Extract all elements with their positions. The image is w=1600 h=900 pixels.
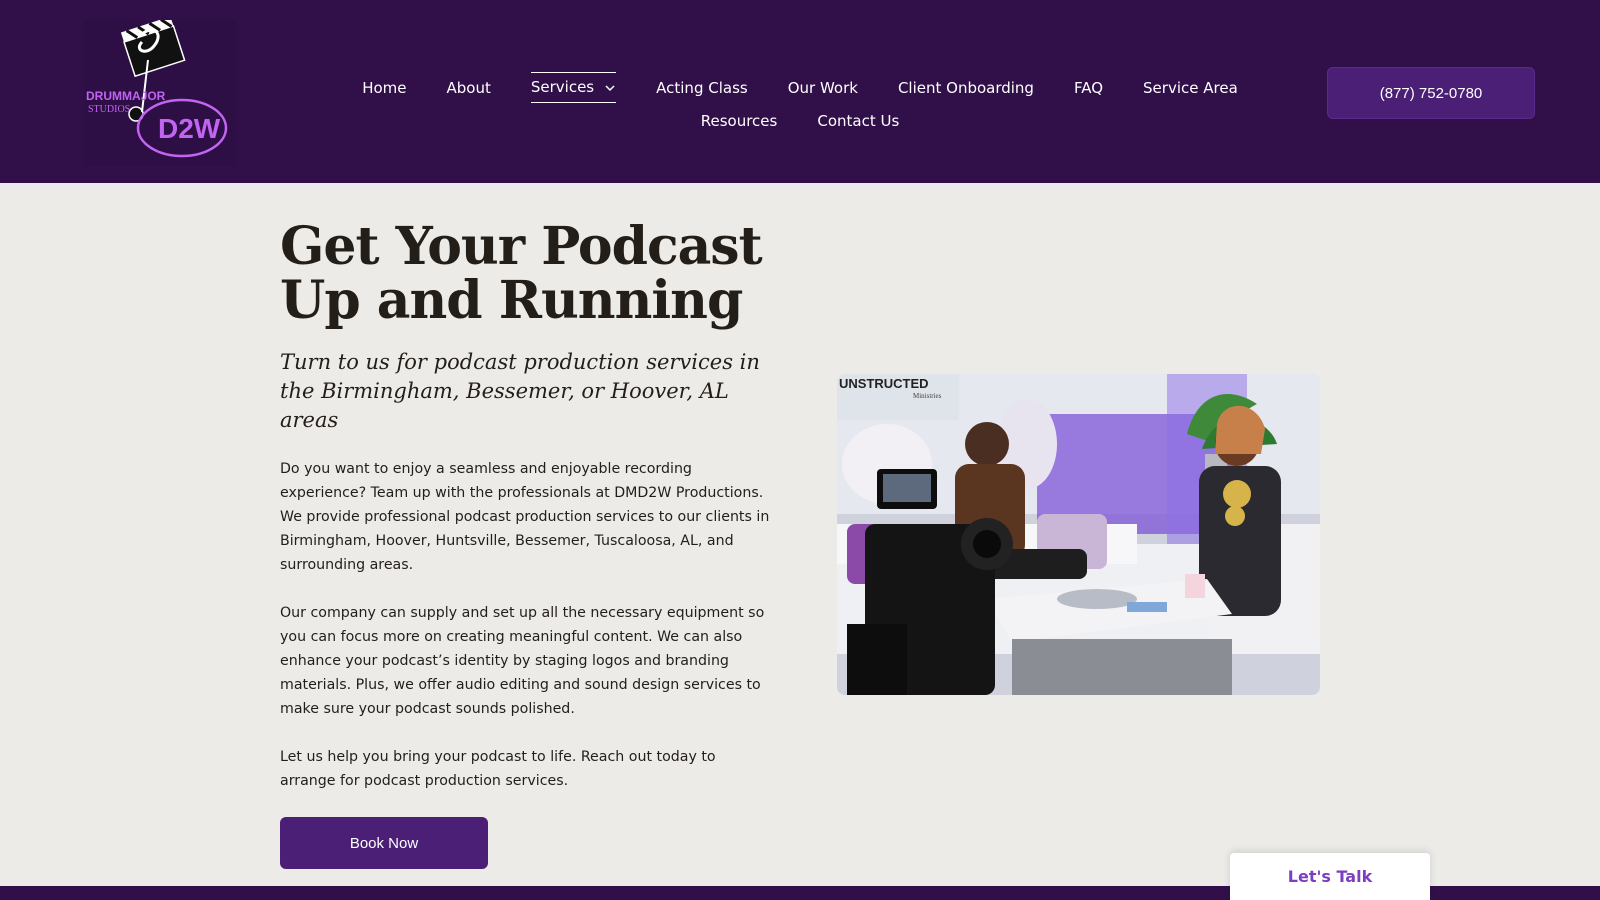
svg-text:D2W: D2W: [158, 113, 221, 144]
intro-paragraph: Do you want to enjoy a seamless and enjo…: [280, 461, 770, 573]
nav-row-2: Resources Contact Us: [360, 105, 1240, 138]
studio-sign-subtext: Ministries: [913, 392, 942, 400]
studio-sign-text: UNSTRUCTED: [839, 376, 929, 391]
nav-item-contact-us[interactable]: Contact Us: [817, 105, 899, 138]
main-nav: Home About Services Acting Class Our Wor…: [360, 72, 1240, 138]
podcast-studio-photo: UNSTRUCTED Ministries: [837, 374, 1320, 695]
hero-subtitle: Turn to us for podcast production servic…: [280, 350, 760, 432]
nav-item-services-label: Services: [530, 78, 595, 96]
site-logo[interactable]: D2W DRUMMAJOR STUDIOS: [84, 16, 236, 166]
title-line-1: Get Your Podcast: [280, 216, 763, 277]
book-now-button[interactable]: Book Now: [280, 817, 488, 869]
hero-content: Get Your Podcast Up and Running Turn to …: [280, 220, 770, 869]
equipment-paragraph: Our company can supply and set up all th…: [280, 605, 765, 717]
nav-item-acting-class[interactable]: Acting Class: [656, 72, 748, 105]
nav-row-1: Home About Services Acting Class Our Wor…: [360, 72, 1240, 105]
studio-photo-illustration: UNSTRUCTED Ministries: [837, 374, 1320, 695]
phone-button[interactable]: (877) 752-0780: [1327, 67, 1535, 119]
nav-item-about[interactable]: About: [447, 72, 491, 105]
site-header: D2W DRUMMAJOR STUDIOS Home About Service…: [0, 0, 1600, 183]
cta-paragraph: Let us help you bring your podcast to li…: [280, 749, 716, 789]
nav-item-faq[interactable]: FAQ: [1074, 72, 1103, 105]
page-title: Get Your Podcast Up and Running: [280, 220, 770, 328]
chat-widget-tab[interactable]: Let's Talk: [1230, 853, 1430, 900]
title-line-2: Up and Running: [280, 270, 743, 331]
svg-text:STUDIOS: STUDIOS: [88, 104, 130, 115]
nav-item-client-onboarding[interactable]: Client Onboarding: [898, 72, 1034, 105]
nav-item-resources[interactable]: Resources: [701, 105, 778, 138]
nav-item-service-area[interactable]: Service Area: [1143, 72, 1238, 105]
chevron-down-icon: [605, 84, 615, 91]
nav-item-our-work[interactable]: Our Work: [788, 72, 858, 105]
nav-item-services[interactable]: Services: [530, 72, 617, 103]
nav-item-home[interactable]: Home: [362, 72, 406, 105]
svg-text:DRUMMAJOR: DRUMMAJOR: [86, 89, 166, 103]
logo-graphic: D2W DRUMMAJOR STUDIOS: [84, 16, 236, 166]
